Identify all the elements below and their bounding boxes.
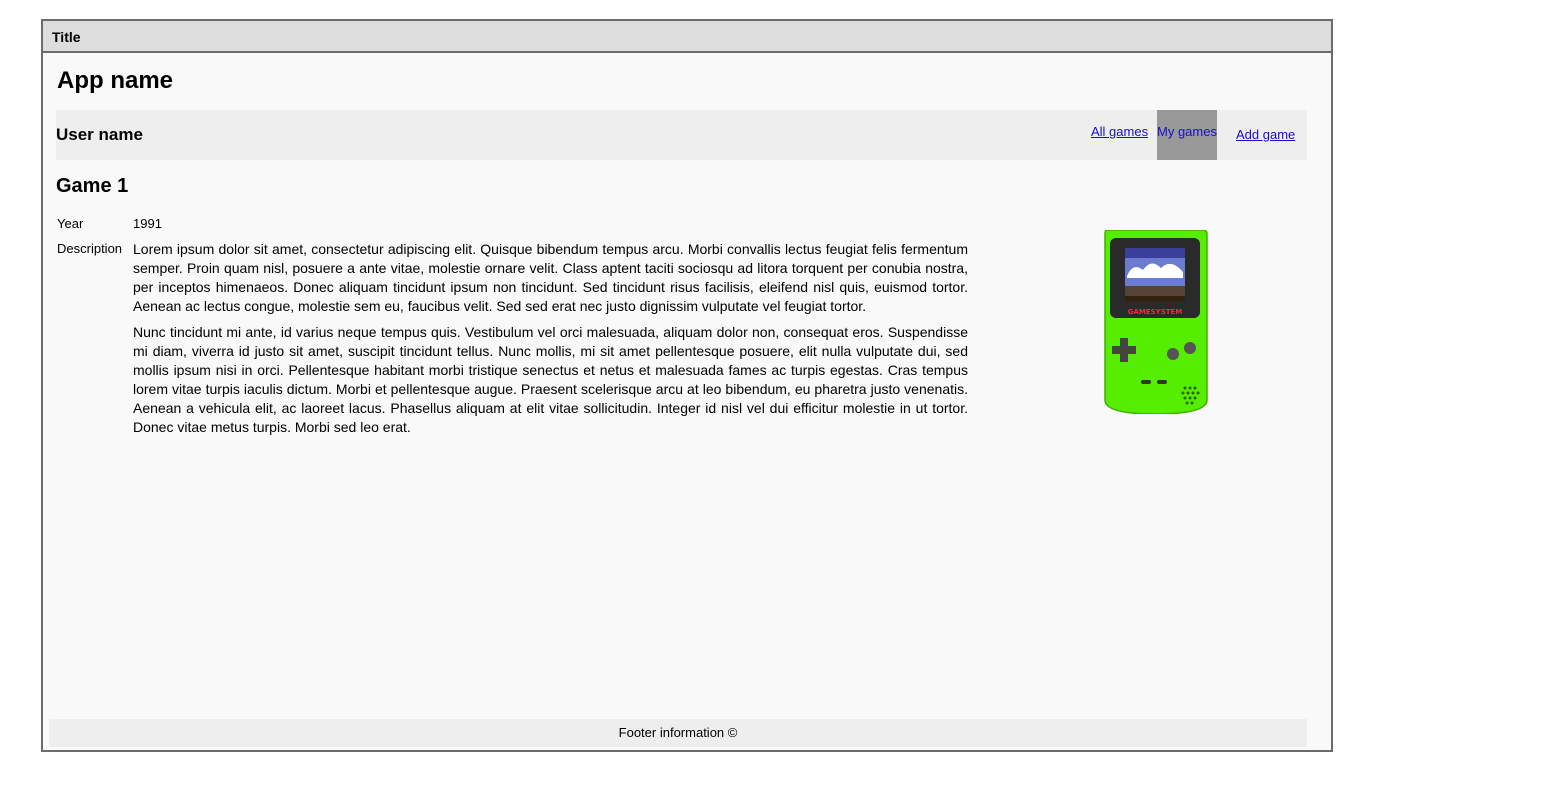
year-label: Year: [57, 216, 84, 231]
window-title: Title: [52, 29, 81, 45]
handheld-console-icon: GAMESYSTEM: [1104, 229, 1208, 415]
year-value: 1991: [133, 216, 162, 231]
description-label: Description: [57, 241, 123, 256]
nav-all-games-link[interactable]: All games: [1091, 124, 1148, 139]
description-paragraph: Lorem ipsum dolor sit amet, consectetur …: [133, 241, 968, 314]
description-text: Lorem ipsum dolor sit amet, consectetur …: [133, 240, 968, 444]
app-window: Title App name User name All games My ga…: [41, 19, 1333, 752]
nav-add-game-link[interactable]: Add game: [1236, 127, 1295, 142]
window-titlebar: Title: [43, 21, 1331, 53]
nav-my-games-label[interactable]: My games: [1157, 124, 1217, 139]
footer-text: Footer information ©: [618, 725, 738, 740]
nav-my-games-link[interactable]: My games: [1157, 110, 1217, 160]
user-name: User name: [56, 125, 143, 144]
user-bar: User name All games My games Add game: [56, 110, 1307, 160]
app-name: App name: [57, 67, 174, 94]
game-image: GAMESYSTEM: [1103, 229, 1209, 415]
console-brand: GAMESYSTEM: [1128, 308, 1183, 316]
footer: Footer information ©: [49, 719, 1307, 747]
description-paragraph: Nunc tincidunt mi ante, id varius neque …: [133, 324, 968, 435]
game-title: Game 1: [56, 175, 129, 197]
